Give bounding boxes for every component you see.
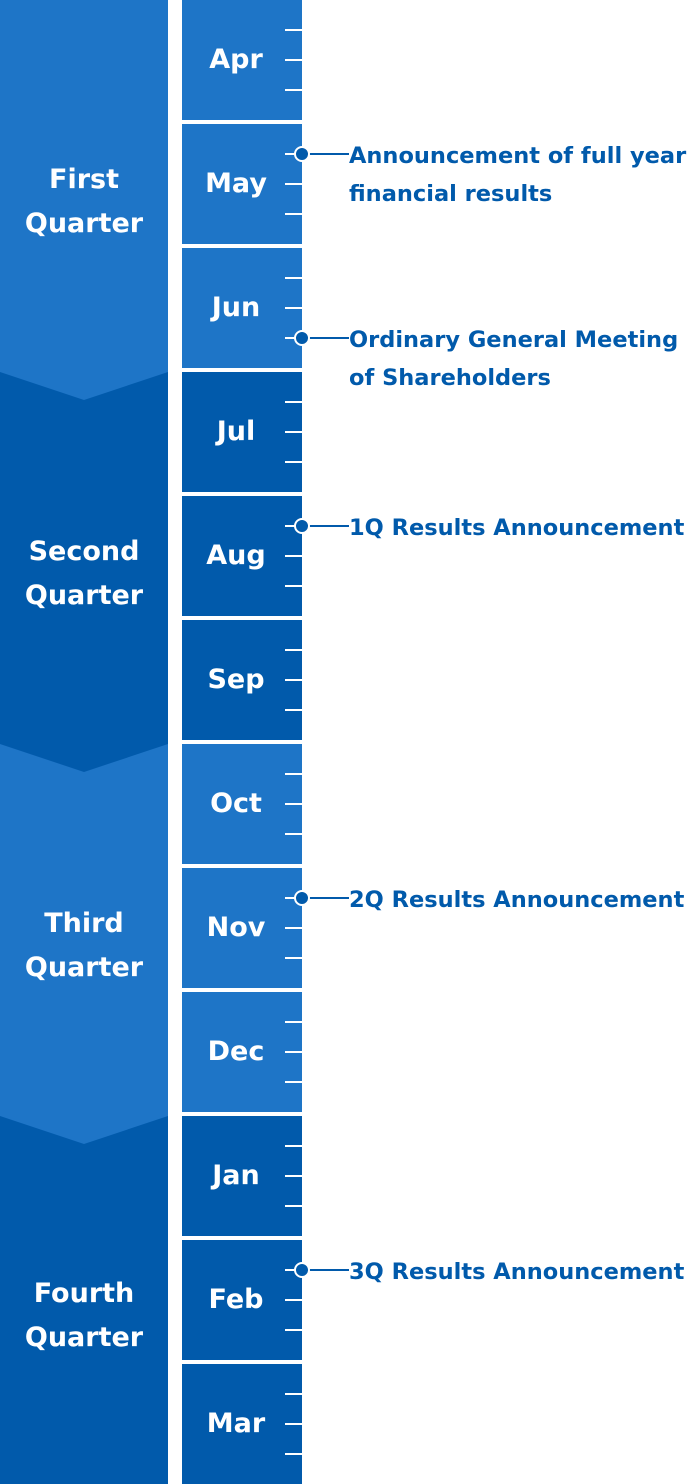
quarter-fourth: Fourth Quarter: [0, 1116, 168, 1484]
event-text: 1Q Results Announcement: [349, 509, 690, 547]
event-text-line2: financial results: [349, 181, 553, 207]
quarter-label-line2: Quarter: [24, 580, 144, 611]
month-label: Apr: [209, 44, 263, 75]
week-tick: [285, 773, 302, 775]
quarter-label-line1: Third: [44, 908, 124, 939]
event-text-line1: 1Q Results Announcement: [349, 515, 685, 541]
week-tick: [285, 957, 302, 959]
quarter-label-line2: Quarter: [24, 952, 144, 983]
month-label: Jan: [212, 1160, 260, 1191]
week-tick: [285, 927, 302, 929]
month-block-oct: Oct: [182, 744, 302, 864]
month-label: Aug: [206, 540, 266, 571]
month-label: Mar: [206, 1408, 266, 1439]
week-tick: [285, 649, 302, 651]
week-tick: [285, 1205, 302, 1207]
event-text: Announcement of full year financial resul…: [349, 137, 690, 213]
month-label: Jun: [211, 292, 261, 323]
month-block-sep: Sep: [182, 620, 302, 740]
week-tick: [285, 679, 302, 681]
week-tick: [285, 1329, 302, 1331]
month-block-mar: Mar: [182, 1364, 302, 1484]
month-block-may: May: [182, 124, 302, 244]
event-text-line2: of Shareholders: [349, 365, 551, 391]
month-block-jun: Jun: [182, 248, 302, 368]
month-block-feb: Feb: [182, 1240, 302, 1360]
event-dot-icon: [294, 146, 310, 162]
month-label: Jul: [216, 416, 256, 447]
week-tick: [285, 401, 302, 403]
week-tick: [285, 1423, 302, 1425]
quarter-label-line1: Second: [28, 536, 140, 567]
week-tick: [285, 431, 302, 433]
quarter-label-line2: Quarter: [24, 1322, 144, 1353]
quarter-label: Third Quarter: [0, 902, 168, 990]
week-tick: [285, 585, 302, 587]
quarter-label-line2: Quarter: [24, 208, 144, 239]
quarter-label: Second Quarter: [0, 530, 168, 618]
month-block-aug: Aug: [182, 496, 302, 616]
week-tick: [285, 1021, 302, 1023]
week-tick: [285, 213, 302, 215]
month-label: May: [205, 168, 267, 199]
event-dot-icon: [294, 330, 310, 346]
month-block-nov: Nov: [182, 868, 302, 988]
week-tick: [285, 555, 302, 557]
week-tick: [285, 59, 302, 61]
week-tick: [285, 1299, 302, 1301]
month-block-dec: Dec: [182, 992, 302, 1112]
week-tick: [285, 833, 302, 835]
week-tick: [285, 1081, 302, 1083]
event-dot-icon: [294, 890, 310, 906]
week-tick: [285, 709, 302, 711]
week-tick: [285, 1453, 302, 1455]
month-label: Dec: [207, 1036, 265, 1067]
month-block-jan: Jan: [182, 1116, 302, 1236]
quarter-label-line1: First: [49, 164, 119, 195]
event-text-line1: 2Q Results Announcement: [349, 887, 685, 913]
event-text: Ordinary General Meeting of Shareholders: [349, 321, 690, 397]
quarter-label: Fourth Quarter: [0, 1272, 168, 1360]
quarter-label: First Quarter: [0, 158, 168, 246]
quarter-first: First Quarter: [0, 0, 168, 372]
week-tick: [285, 307, 302, 309]
ir-calendar-timeline: First Quarter Second Quarter Third Quart…: [0, 0, 690, 1484]
week-tick: [285, 277, 302, 279]
event-text-line1: Ordinary General Meeting: [349, 327, 679, 353]
quarter-second: Second Quarter: [0, 372, 168, 744]
event-text-line1: 3Q Results Announcement: [349, 1259, 685, 1285]
week-tick: [285, 1175, 302, 1177]
event-text: 3Q Results Announcement: [349, 1253, 690, 1291]
event-text: 2Q Results Announcement: [349, 881, 690, 919]
month-block-apr: Apr: [182, 0, 302, 120]
month-label: Oct: [210, 788, 262, 819]
week-tick: [285, 1145, 302, 1147]
month-label: Sep: [207, 664, 265, 695]
quarter-label-line1: Fourth: [33, 1278, 135, 1309]
month-label: Feb: [208, 1284, 264, 1315]
week-tick: [285, 1051, 302, 1053]
month-label: Nov: [206, 912, 266, 943]
week-tick: [285, 461, 302, 463]
week-tick: [285, 29, 302, 31]
event-dot-icon: [294, 1262, 310, 1278]
week-tick: [285, 803, 302, 805]
week-tick: [285, 183, 302, 185]
month-block-jul: Jul: [182, 372, 302, 492]
week-tick: [285, 1393, 302, 1395]
event-text-line1: Announcement of full year: [349, 143, 687, 169]
week-tick: [285, 89, 302, 91]
quarter-third: Third Quarter: [0, 744, 168, 1116]
event-dot-icon: [294, 518, 310, 534]
